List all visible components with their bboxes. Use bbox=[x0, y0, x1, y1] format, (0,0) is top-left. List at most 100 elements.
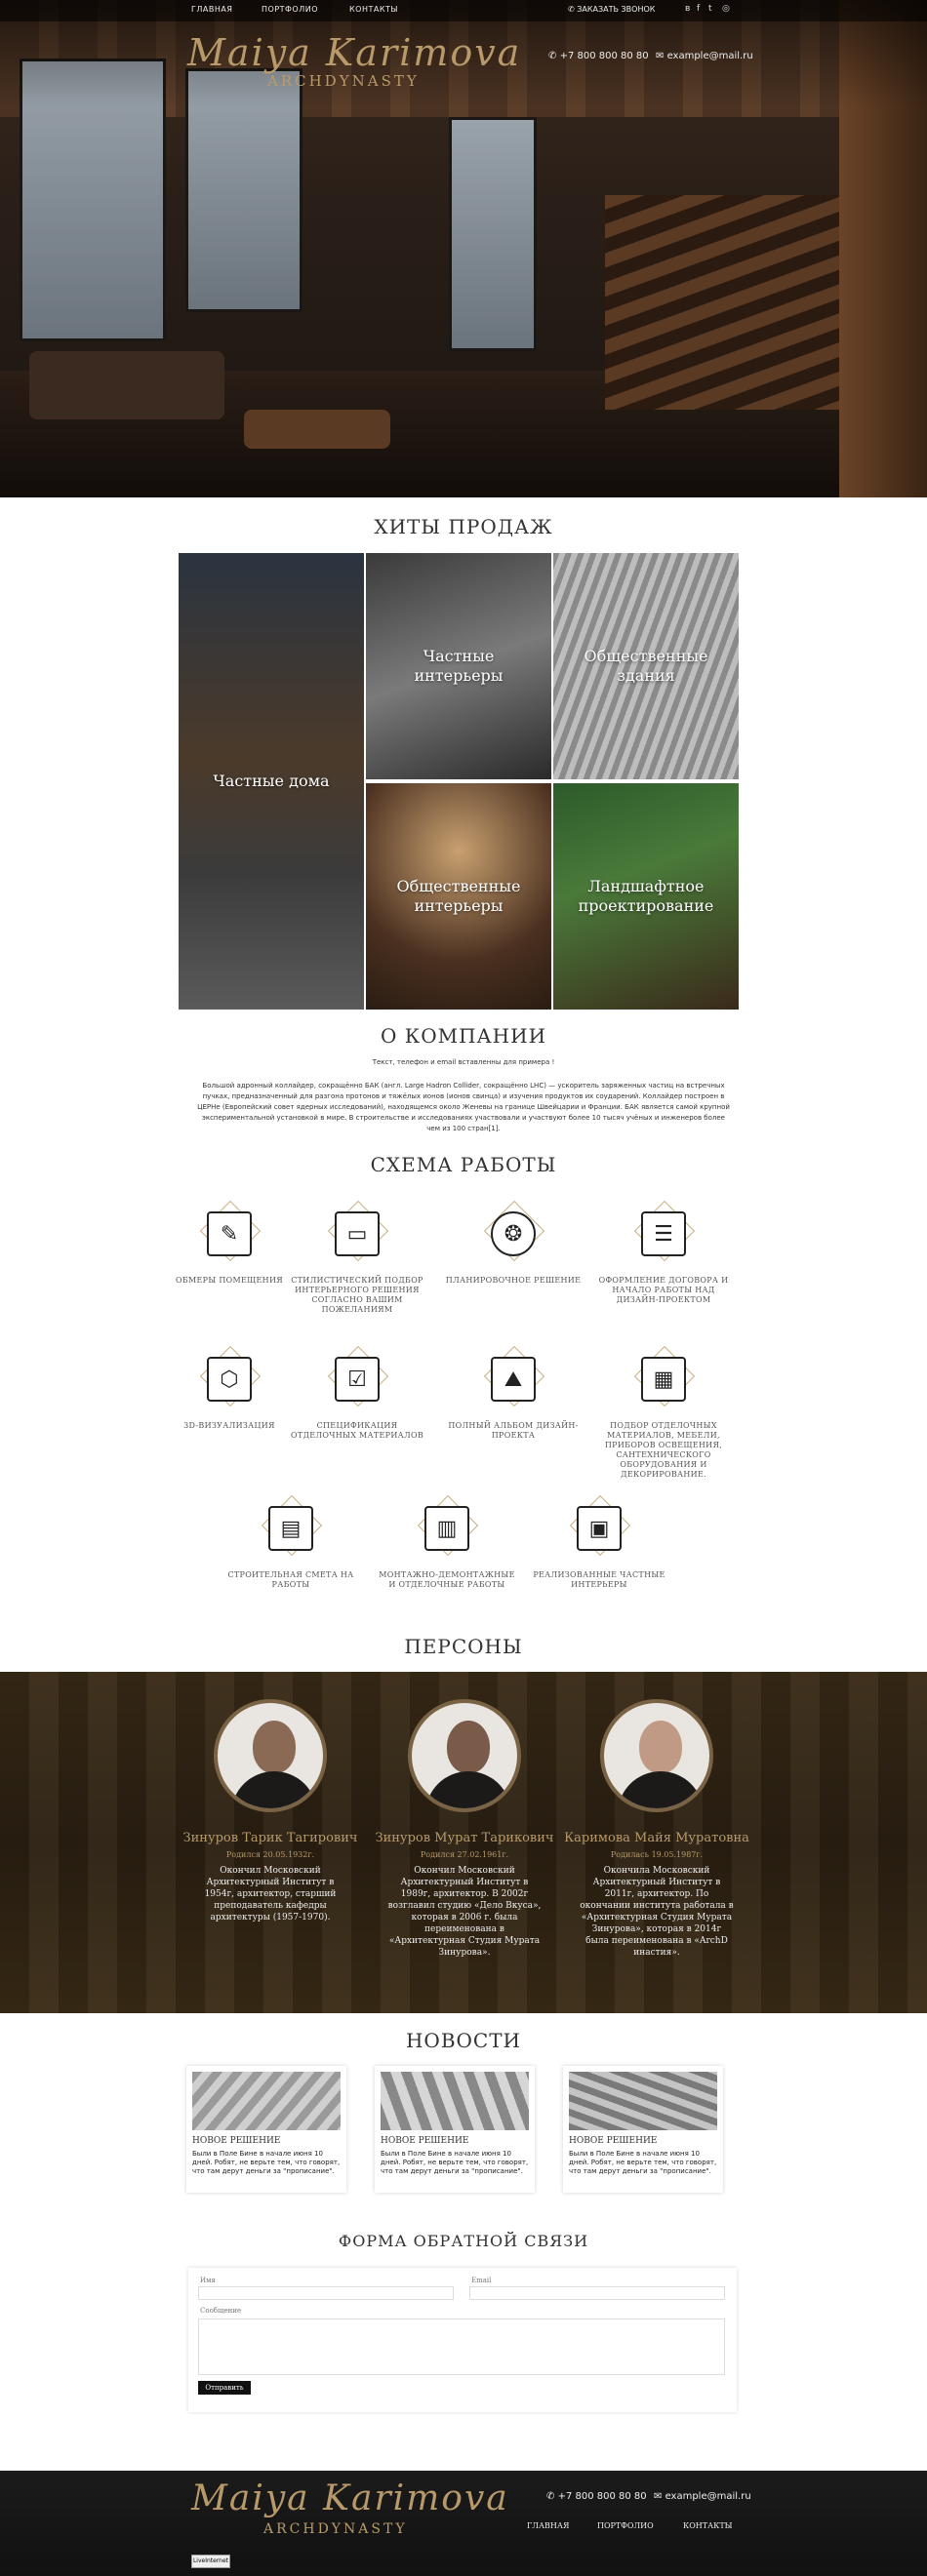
step-3: ❂ ПЛАНИРОВОЧНОЕ РЕШЕНИЕ bbox=[445, 1200, 582, 1286]
news-card-title[interactable]: НОВОЕ РЕШЕНИЕ bbox=[569, 2136, 657, 2146]
step-7: ⛰ ПОЛНЫЙ АЛЬБОМ ДИЗАЙН-ПРОЕКТА bbox=[445, 1345, 582, 1441]
person-card: Каримова Майя Муратовна Родилась 19.05.1… bbox=[564, 1699, 749, 1959]
person-born: Родился 27.02.1961г. bbox=[420, 1850, 509, 1859]
floor-plan-icon: ▣ bbox=[577, 1506, 622, 1551]
submit-button[interactable]: Отправить bbox=[198, 2381, 251, 2395]
feedback-form: Имя Email Сообщение Отправить bbox=[188, 2268, 737, 2412]
news-card[interactable]: НОВОЕ РЕШЕНИЕ Были в Поле Бине в начале … bbox=[186, 2066, 346, 2193]
step-label: ПОДБОР ОТДЕЛОЧНЫХ МАТЕРИАЛОВ, МЕБЕЛИ, ПР… bbox=[604, 1421, 723, 1479]
tile-private-interiors[interactable]: Частные интерьеры bbox=[366, 553, 551, 779]
news-title: НОВОСТИ bbox=[405, 2029, 521, 2052]
calculator-icon: ▤ bbox=[268, 1506, 313, 1551]
person-bio: Окончила Московский Архитектурный Инстит… bbox=[580, 1866, 734, 1958]
message-field[interactable] bbox=[198, 2318, 725, 2375]
header-email[interactable]: ✉ example@mail.ru bbox=[656, 51, 753, 61]
person-name: Зинуров Тарик Тагирович bbox=[182, 1831, 358, 1845]
nav-contacts[interactable]: КОНТАКТЫ bbox=[349, 5, 398, 14]
cube-monitor-icon: ⬡ bbox=[207, 1357, 252, 1402]
footer-phone-text: +7 800 800 80 80 bbox=[557, 2491, 647, 2502]
vk-icon[interactable]: в bbox=[685, 4, 690, 14]
tile-landscape[interactable]: Ландшафтное проектирование bbox=[553, 783, 739, 1010]
tile-public-interiors-label: Общественные интерьеры bbox=[396, 877, 521, 915]
person-card: Зинуров Тарик Тагирович Родился 20.05.19… bbox=[178, 1699, 363, 1923]
person-name: Зинуров Мурат Тарикович bbox=[375, 1831, 554, 1845]
step-label: ПОЛНЫЙ АЛЬБОМ ДИЗАЙН-ПРОЕКТА bbox=[448, 1421, 579, 1440]
step-11: ▣ РЕАЛИЗОВАННЫЕ ЧАСТНЫЕ ИНТЕРЬЕРЫ bbox=[531, 1494, 667, 1590]
footer-nav-portfolio[interactable]: ПОРТФОЛИО bbox=[597, 2521, 654, 2530]
step-label: ОФОРМЛЕНИЕ ДОГОВОРА И НАЧАЛО РАБОТЫ НАД … bbox=[598, 1276, 729, 1304]
step-label: СТРОИТЕЛЬНАЯ СМЕТА НА РАБОТЫ bbox=[227, 1570, 354, 1589]
about-note: Текст, телефон и email вставленны для пр… bbox=[372, 1058, 555, 1066]
color-swatches-icon: ▥ bbox=[424, 1506, 469, 1551]
news-card[interactable]: НОВОЕ РЕШЕНИЕ Были в Поле Бине в начале … bbox=[563, 2066, 723, 2193]
logo[interactable]: Maiya Karimova ARCHDYNASTY bbox=[187, 33, 519, 94]
instagram-icon[interactable]: ◎ bbox=[722, 4, 730, 14]
footer-phone[interactable]: ✆ +7 800 800 80 80 bbox=[546, 2491, 647, 2502]
footer-nav-contacts[interactable]: КОНТАКТЫ bbox=[683, 2521, 733, 2530]
news-image bbox=[192, 2072, 341, 2130]
news-image bbox=[569, 2072, 717, 2130]
step-9: ▤ СТРОИТЕЛЬНАЯ СМЕТА НА РАБОТЫ bbox=[222, 1494, 359, 1590]
tile-private-interiors-label: Частные интерьеры bbox=[414, 647, 504, 685]
step-label: МОНТАЖНО-ДЕМОНТАЖНЫЕ И ОТДЕЛОЧНЫЕ РАБОТЫ bbox=[379, 1570, 515, 1589]
nav-home[interactable]: ГЛАВНАЯ bbox=[191, 5, 232, 14]
phone-icon: ✆ bbox=[548, 51, 560, 61]
step-5: ⬡ 3D-ВИЗУАЛИЗАЦИЯ bbox=[161, 1345, 298, 1431]
nav-portfolio[interactable]: ПОРТФОЛИО bbox=[262, 5, 318, 14]
footer-nav-home[interactable]: ГЛАВНАЯ bbox=[527, 2521, 569, 2530]
news-card-text: Были в Поле Бине в начале июня 10 дней. … bbox=[569, 2150, 717, 2175]
person-born: Родился 20.05.1932г. bbox=[225, 1850, 315, 1859]
about-text: Большой адронный коллайдер, сокращённо Б… bbox=[197, 1082, 730, 1132]
tile-private-houses-label: Частные дома bbox=[213, 772, 330, 790]
hits-grid: Частные дома Частные интерьеры Обществен… bbox=[179, 553, 739, 1010]
visitor-counter[interactable]: LiveInternet bbox=[191, 2555, 230, 2568]
picture-icon: ⛰ bbox=[491, 1357, 536, 1402]
email-label: Email bbox=[471, 2277, 492, 2284]
step-label: ПЛАНИРОВОЧНОЕ РЕШЕНИЕ bbox=[445, 1276, 582, 1285]
tile-public-interiors[interactable]: Общественные интерьеры bbox=[366, 783, 551, 1010]
callback-label: ЗАКАЗАТЬ ЗВОНОК bbox=[577, 5, 656, 14]
checklist-icon: ☑ bbox=[335, 1357, 380, 1402]
tile-public-buildings[interactable]: Общественные здания bbox=[553, 553, 739, 779]
blueprint-icon: ▦ bbox=[641, 1357, 686, 1402]
hero-banner: ГЛАВНАЯ ПОРТФОЛИО КОНТАКТЫ ✆ ЗАКАЗАТЬ ЗВ… bbox=[0, 0, 927, 497]
avatar bbox=[214, 1699, 327, 1812]
tile-private-houses[interactable]: Частные дома bbox=[179, 553, 364, 1010]
twitter-icon[interactable]: t bbox=[708, 4, 712, 14]
person-bio: Окончил Московский Архитектурный Институ… bbox=[204, 1866, 337, 1922]
person-name: Каримова Майя Муратовна bbox=[564, 1831, 749, 1845]
step-8: ▦ ПОДБОР ОТДЕЛОЧНЫХ МАТЕРИАЛОВ, МЕБЕЛИ, П… bbox=[595, 1345, 732, 1480]
mail-icon: ✉ bbox=[654, 2491, 665, 2502]
facebook-icon[interactable]: f bbox=[697, 4, 700, 14]
step-label: РЕАЛИЗОВАННЫЕ ЧАСТНЫЕ ИНТЕРЬЕРЫ bbox=[533, 1570, 665, 1589]
mail-icon: ✉ bbox=[656, 51, 667, 61]
persons-title: ПЕРСОНЫ bbox=[404, 1635, 523, 1658]
news-card-text: Были в Поле Бине в начале июня 10 дней. … bbox=[192, 2150, 341, 2175]
step-6: ☑ СПЕЦИФИКАЦИЯ ОТДЕЛОЧНЫХ МАТЕРИАЛОВ bbox=[289, 1345, 425, 1441]
header-phone-text: +7 800 800 80 80 bbox=[559, 51, 649, 61]
name-field[interactable] bbox=[198, 2286, 454, 2300]
tile-public-buildings-label: Общественные здания bbox=[584, 647, 708, 685]
footer-logo-script[interactable]: Maiya Karimova bbox=[191, 2478, 509, 2518]
callback-link[interactable]: ✆ ЗАКАЗАТЬ ЗВОНОК bbox=[568, 5, 655, 14]
footer: Maiya Karimova ARCHDYNASTY ✆ +7 800 800 … bbox=[0, 2471, 927, 2576]
step-4: ☰ ОФОРМЛЕНИЕ ДОГОВОРА И НАЧАЛО РАБОТЫ НАД… bbox=[595, 1200, 732, 1305]
top-bar: ГЛАВНАЯ ПОРТФОЛИО КОНТАКТЫ ✆ ЗАКАЗАТЬ ЗВ… bbox=[0, 0, 927, 21]
contract-icon: ☰ bbox=[641, 1211, 686, 1256]
header-phone[interactable]: ✆ +7 800 800 80 80 bbox=[548, 51, 649, 61]
monitor-design-icon: ▭ bbox=[335, 1211, 380, 1256]
persons-section: Зинуров Тарик Тагирович Родился 20.05.19… bbox=[0, 1672, 927, 2013]
form-title: ФОРМА ОБРАТНОЙ СВЯЗИ bbox=[338, 2232, 589, 2250]
step-label: ОБМЕРЫ ПОМЕЩЕНИЯ bbox=[175, 1276, 283, 1285]
person-bio: Окончил Московский Архитектурный Институ… bbox=[387, 1866, 542, 1958]
news-card-title[interactable]: НОВОЕ РЕШЕНИЕ bbox=[192, 2136, 280, 2146]
ruler-pencil-icon: ✎ bbox=[207, 1211, 252, 1256]
footer-email[interactable]: ✉ example@mail.ru bbox=[654, 2491, 751, 2502]
person-born: Родилась 19.05.1987г. bbox=[610, 1850, 704, 1859]
message-label: Сообщение bbox=[200, 2307, 242, 2315]
email-field[interactable] bbox=[469, 2286, 725, 2300]
news-card-title[interactable]: НОВОЕ РЕШЕНИЕ bbox=[381, 2136, 468, 2146]
news-card[interactable]: НОВОЕ РЕШЕНИЕ Были в Поле Бине в начале … bbox=[375, 2066, 535, 2193]
footer-email-text: example@mail.ru bbox=[665, 2491, 751, 2502]
phone-icon: ✆ bbox=[546, 2491, 558, 2502]
